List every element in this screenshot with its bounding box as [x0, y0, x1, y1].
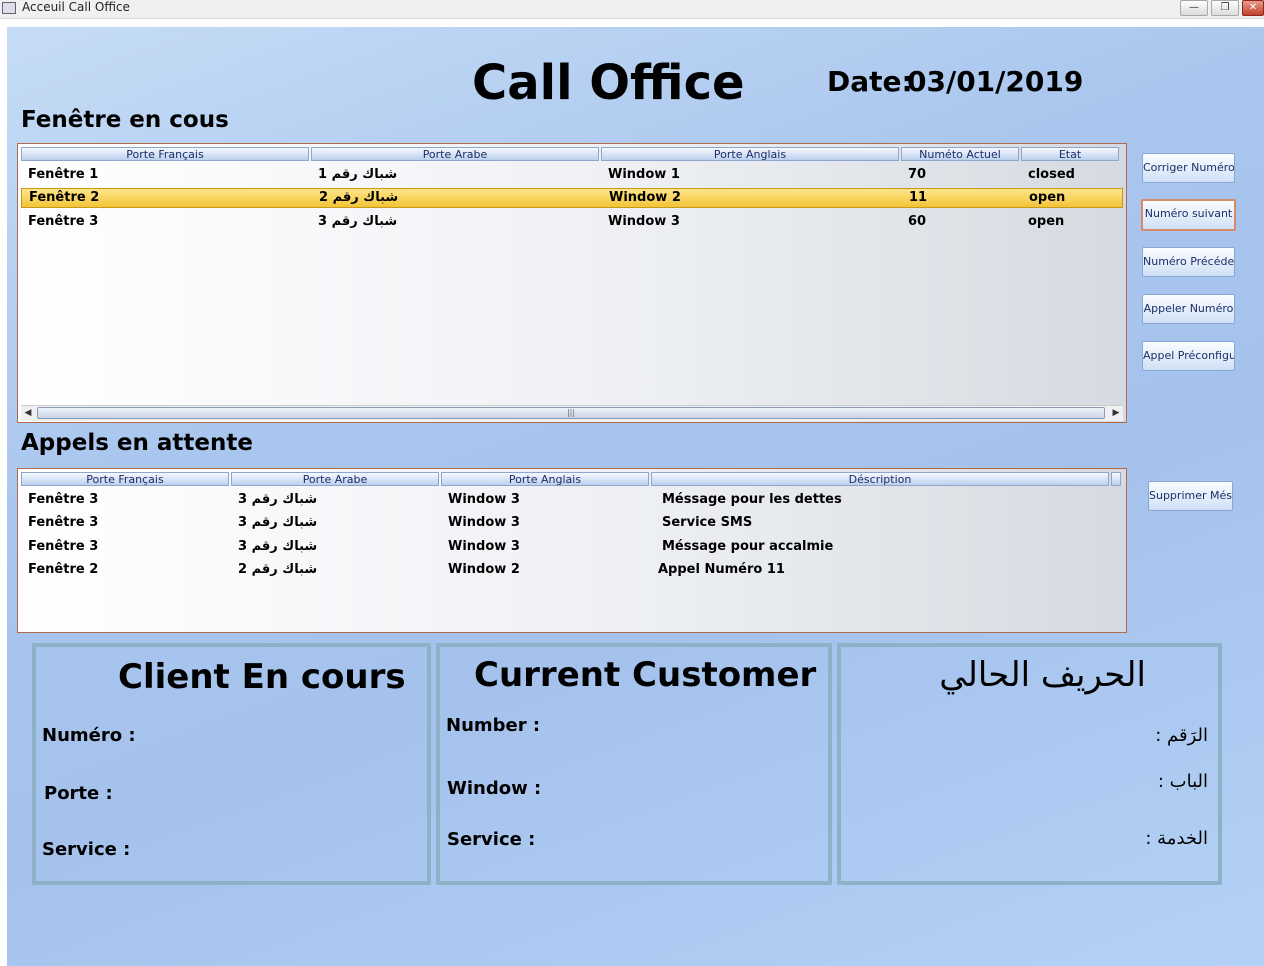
cell-porte-en: Window 1 — [608, 167, 680, 182]
service-label: Service : — [42, 839, 131, 860]
pending-calls-grid[interactable]: Porte Français Porte Arabe Porte Anglais… — [17, 468, 1127, 633]
col-header[interactable]: Porte Français — [21, 472, 229, 486]
numero-label: Numéro : — [42, 725, 136, 746]
appeler-numero-button[interactable]: Appeler Numéro — [1142, 294, 1235, 324]
col-header[interactable]: Porte Français — [21, 147, 309, 161]
numero-suivant-button[interactable]: Numéro suivant — [1141, 199, 1236, 231]
table-row[interactable]: Fenêtre 2 شباك رقم 2 Window 2 Appel Numé… — [21, 560, 1123, 580]
window-title: Acceuil Call Office — [22, 0, 130, 14]
appel-preconfigure-button[interactable]: Appel Préconfiguré — [1142, 341, 1235, 371]
cell-porte-ar: شباك رقم 2 — [238, 562, 318, 577]
cell-porte-fr: Fenêtre 2 — [28, 562, 99, 577]
title-bar: Acceuil Call Office — ❐ ✕ — [0, 0, 1264, 19]
table-row[interactable]: Fenêtre 3 شباك رقم 3 Window 3 Méssage po… — [21, 537, 1123, 557]
cell-porte-ar: شباك رقم 3 — [238, 539, 318, 554]
grid-header: Porte Français Porte Arabe Porte Anglais… — [21, 472, 1123, 488]
col-header[interactable]: Numéto Actuel — [901, 147, 1019, 161]
col-header[interactable]: Porte Arabe — [311, 147, 599, 161]
close-button[interactable]: ✕ — [1242, 0, 1264, 16]
cell-porte-ar: شباك رقم 2 — [319, 190, 399, 205]
col-header[interactable]: Déscription — [651, 472, 1109, 486]
minimize-button[interactable]: — — [1180, 0, 1208, 16]
client-panel-ar: الحريف الحالي الرَقم : الباب : الخدمة : — [837, 643, 1222, 885]
table-row[interactable]: Fenêtre 3 شباك رقم 3 Window 3 60 open — [21, 212, 1123, 232]
col-header[interactable]: Porte Anglais — [441, 472, 649, 486]
cell-porte-fr: Fenêtre 3 — [28, 214, 99, 229]
numero-precedent-button[interactable]: Numéro Précédent — [1142, 247, 1235, 277]
cell-porte-en: Window 2 — [609, 190, 681, 205]
cell-numero: 60 — [908, 214, 927, 229]
client-panel-fr: Client En cours Numéro : Porte : Service… — [32, 643, 431, 885]
table-row-selected[interactable]: Fenêtre 2 شباك رقم 2 Window 2 11 open — [21, 188, 1123, 208]
cell-porte-ar: شباك رقم 3 — [318, 214, 398, 229]
table-row[interactable]: Fenêtre 3 شباك رقم 3 Window 3 Méssage po… — [21, 490, 1123, 510]
cell-etat: open — [1029, 190, 1066, 205]
cell-description: Méssage pour accalmie — [662, 539, 834, 554]
panel-title: Client En cours — [118, 657, 406, 697]
cell-numero: 11 — [909, 190, 928, 205]
table-row[interactable]: Fenêtre 3 شباك رقم 3 Window 3 Service SM… — [21, 513, 1123, 533]
horizontal-scrollbar[interactable]: ◀ ||| ▶ — [21, 405, 1123, 421]
app-title: Call Office — [472, 55, 745, 111]
col-header-filler — [1111, 472, 1121, 486]
maximize-button[interactable]: ❐ — [1211, 0, 1239, 16]
cell-porte-en: Window 3 — [448, 492, 520, 507]
scroll-left-icon[interactable]: ◀ — [21, 407, 35, 420]
current-windows-grid[interactable]: Porte Français Porte Arabe Porte Anglais… — [17, 143, 1127, 423]
cell-etat: open — [1028, 214, 1065, 229]
date-value: 03/01/2019 — [907, 65, 1084, 98]
cell-etat: closed — [1028, 167, 1075, 182]
cell-porte-fr: Fenêtre 2 — [29, 190, 100, 205]
scroll-right-icon[interactable]: ▶ — [1109, 407, 1123, 420]
service-label: Service : — [447, 829, 536, 850]
cell-porte-ar: شباك رقم 3 — [238, 515, 318, 530]
cell-porte-en: Window 3 — [448, 515, 520, 530]
panel-title: Current Customer — [474, 655, 817, 695]
client-panel-en: Current Customer Number : Window : Servi… — [436, 643, 832, 885]
cell-porte-en: Window 3 — [448, 539, 520, 554]
porte-label: Porte : — [44, 783, 113, 804]
col-header[interactable]: Etat — [1021, 147, 1119, 161]
window-label: Window : — [447, 778, 542, 799]
corriger-numero-button[interactable]: Corriger Numéro — [1142, 153, 1235, 183]
cell-numero: 70 — [908, 167, 927, 182]
cell-porte-fr: Fenêtre 3 — [28, 539, 99, 554]
number-label: الرَقم : — [1155, 725, 1208, 746]
panel-title: الحريف الحالي — [939, 655, 1146, 695]
cell-description: Service SMS — [662, 515, 753, 530]
col-header[interactable]: Porte Anglais — [601, 147, 899, 161]
current-windows-title: Fenêtre en cous — [21, 107, 229, 133]
cell-porte-ar: شباك رقم 1 — [318, 167, 398, 182]
scroll-thumb[interactable]: ||| — [37, 407, 1105, 419]
supprimer-message-button[interactable]: Supprimer Méssage — [1148, 481, 1233, 511]
service-label: الخدمة : — [1145, 828, 1208, 849]
pending-calls-title: Appels en attente — [21, 430, 253, 456]
cell-porte-en: Window 3 — [608, 214, 680, 229]
grid-header: Porte Français Porte Arabe Porte Anglais… — [21, 147, 1123, 163]
cell-porte-en: Window 2 — [448, 562, 520, 577]
col-header[interactable]: Porte Arabe — [231, 472, 439, 486]
app-icon — [2, 2, 16, 14]
cell-porte-fr: Fenêtre 3 — [28, 515, 99, 530]
main-area: Call Office Date: 03/01/2019 Fenêtre en … — [7, 27, 1264, 966]
cell-porte-fr: Fenêtre 1 — [28, 167, 99, 182]
table-row[interactable]: Fenêtre 1 شباك رقم 1 Window 1 70 closed — [21, 165, 1123, 185]
date-label: Date: — [827, 65, 913, 98]
cell-porte-fr: Fenêtre 3 — [28, 492, 99, 507]
door-label: الباب : — [1157, 771, 1208, 792]
cell-description: Méssage pour les dettes — [662, 492, 842, 507]
cell-description: Appel Numéro 11 — [658, 562, 785, 577]
number-label: Number : — [446, 715, 541, 736]
cell-porte-ar: شباك رقم 3 — [238, 492, 318, 507]
